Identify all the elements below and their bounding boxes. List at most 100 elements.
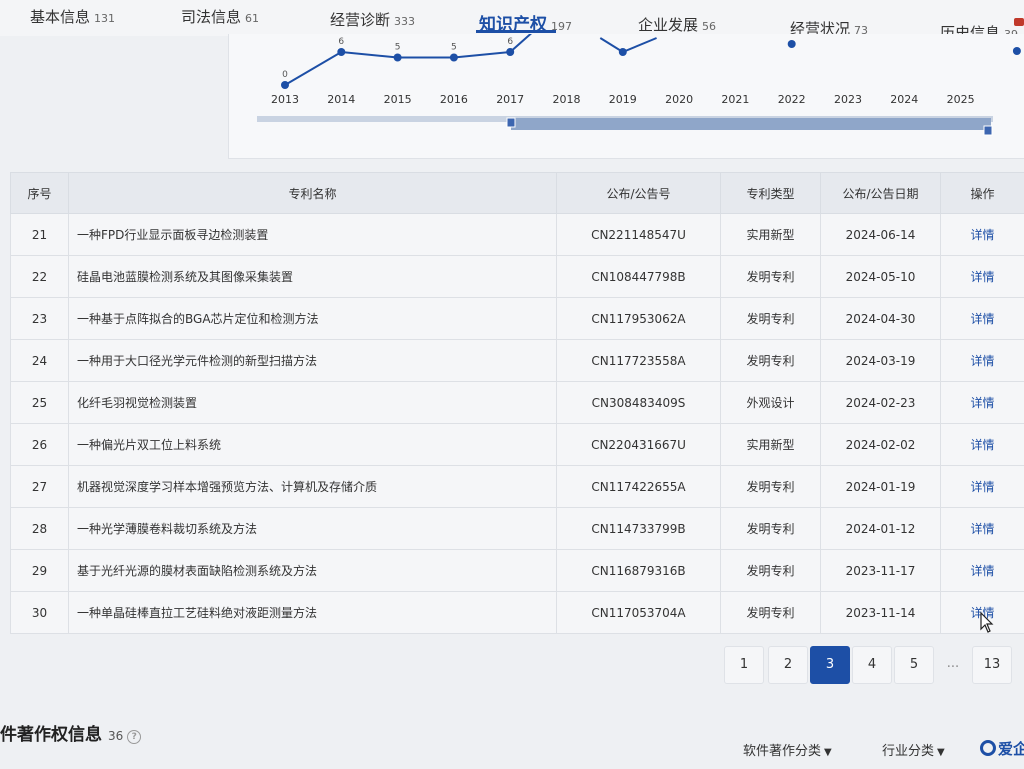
detail-link[interactable]: 详情 <box>970 354 994 368</box>
industry-category-dropdown[interactable]: 行业分类 ▼ <box>882 740 945 759</box>
table-row: 30 一种单晶硅棒直拉工艺硅料绝对液距测量方法 CN117053704A 发明专利 20… <box>10 591 1024 634</box>
data-point <box>393 53 402 62</box>
table-cell: 2023-11-14 <box>820 591 941 634</box>
col-header-index: 序号 <box>10 172 69 214</box>
cell-publication-no: CN117723558A <box>591 353 686 368</box>
cell-patent-name: 一种光学薄膜卷料裁切系统及方法 <box>77 522 258 536</box>
table-cell: CN114733799B <box>556 507 721 550</box>
detail-link[interactable]: 详情 <box>970 312 994 326</box>
cell-patent-name: 一种用于大口径光学元件检测的新型扫描方法 <box>77 354 318 368</box>
table-cell: 2024-02-02 <box>820 423 941 466</box>
cell-patent-type: 发明专利 <box>746 606 795 620</box>
chevron-down-icon: ▼ <box>937 747 945 758</box>
detail-link[interactable]: 详情 <box>970 270 994 284</box>
tab-business-diagnosis[interactable]: 经营诊断 333 <box>330 9 415 30</box>
tab-enterprise-development[interactable]: 企业发展 56 <box>638 14 716 35</box>
table-cell: 基于光纤光源的膜材表面缺陷检测系统及方法 <box>68 549 557 592</box>
cell-patent-type: 外观设计 <box>746 396 795 410</box>
cell-publication-date: 2024-06-14 <box>845 227 916 242</box>
cell-patent-name: 机器视觉深度学习样本增强预览方法、计算机及存储介质 <box>77 480 378 494</box>
table-cell: 实用新型 <box>720 213 821 256</box>
cell-patent-type: 实用新型 <box>746 228 795 242</box>
data-point <box>787 40 796 48</box>
page-1-button[interactable]: 1 <box>724 646 764 684</box>
cell-patent-type: 发明专利 <box>746 354 795 368</box>
data-point <box>1012 47 1021 55</box>
tab-bar: 基本信息 131 司法信息 61 经营诊断 333 知识产权 197 企业发展 56 经营… <box>0 0 1024 42</box>
x-tick-label: 2023 <box>834 93 862 106</box>
table-cell: 详情 <box>940 381 1024 424</box>
table-cell: 发明专利 <box>720 549 821 592</box>
table-cell: 一种用于大口径光学元件检测的新型扫描方法 <box>68 339 557 382</box>
table-cell: 2023-11-17 <box>820 549 941 592</box>
table-cell: 详情 <box>940 423 1024 466</box>
x-tick-label: 2013 <box>271 93 299 106</box>
cell-index: 24 <box>31 353 48 368</box>
detail-link[interactable]: 详情 <box>970 438 994 452</box>
detail-link[interactable]: 详情 <box>970 564 994 578</box>
x-tick-label: 2021 <box>721 93 749 106</box>
cell-index: 30 <box>31 605 48 620</box>
detail-link[interactable]: 详情 <box>970 396 994 410</box>
table-cell: 22 <box>10 255 69 298</box>
data-point <box>506 48 515 56</box>
table-cell: 详情 <box>940 297 1024 340</box>
cell-publication-date: 2024-01-12 <box>845 521 916 536</box>
table-cell: 2024-01-19 <box>820 465 941 508</box>
data-label: 5 <box>395 43 401 53</box>
x-tick-label: 2017 <box>496 93 524 106</box>
table-cell: 25 <box>10 381 69 424</box>
table-cell: CN220431667U <box>556 423 721 466</box>
cell-publication-no: CN117422655A <box>591 479 686 494</box>
table-row: 29 基于光纤光源的膜材表面缺陷检测系统及方法 CN116879316B 发明专利 20… <box>10 549 1024 592</box>
mouse-cursor-icon <box>980 612 994 633</box>
tab-judicial-info[interactable]: 司法信息 61 <box>181 6 259 27</box>
table-cell: 26 <box>10 423 69 466</box>
tab-basic-info[interactable]: 基本信息 131 <box>30 6 115 27</box>
software-category-dropdown[interactable]: 软件著作分类 ▼ <box>743 740 832 759</box>
table-row: 26 一种偏光片双工位上料系统 CN220431667U 实用新型 2024-02-02… <box>10 423 1024 466</box>
data-point <box>281 81 289 89</box>
x-tick-label: 2019 <box>609 93 637 106</box>
x-tick-label: 2022 <box>778 93 806 106</box>
x-tick-label: 2024 <box>890 93 918 106</box>
range-slider-handle[interactable] <box>983 125 993 136</box>
cell-patent-type: 实用新型 <box>746 438 795 452</box>
page-4-button[interactable]: 4 <box>852 646 892 684</box>
detail-link[interactable]: 详情 <box>970 480 994 494</box>
cell-patent-type: 发明专利 <box>746 522 795 536</box>
cell-index: 28 <box>31 521 48 536</box>
cell-patent-name: 一种FPD行业显示面板寻边检测装置 <box>77 228 269 242</box>
data-label: 6 <box>338 37 344 47</box>
cell-publication-no: CN117053704A <box>591 605 686 620</box>
cell-index: 27 <box>31 479 48 494</box>
series-line-continuation <box>509 34 532 53</box>
detail-link[interactable]: 详情 <box>970 228 994 242</box>
table-cell: CN308483409S <box>556 381 721 424</box>
patent-trend-chart: 0 6 5 5 6 2013 2014 2015 2016 2017 2018 2019 2020 202… <box>228 34 1024 159</box>
range-slider-selection[interactable] <box>511 118 991 130</box>
table-cell: 2024-02-23 <box>820 381 941 424</box>
table-cell: 24 <box>10 339 69 382</box>
page-2-button[interactable]: 2 <box>768 646 808 684</box>
page-13-button[interactable]: 13 <box>972 646 1012 684</box>
x-tick-label: 2014 <box>327 93 355 106</box>
data-label: 5 <box>451 43 457 53</box>
table-cell: CN108447798B <box>556 255 721 298</box>
x-tick-label: 2015 <box>384 93 412 106</box>
table-cell: 21 <box>10 213 69 256</box>
help-icon[interactable]: ? <box>127 730 142 744</box>
table-header-row: 序号 专利名称 公布/公告号 专利类型 公布/公告日期 操作 <box>10 172 1024 214</box>
page-5-button[interactable]: 5 <box>894 646 934 684</box>
page-3-button[interactable]: 3 <box>810 646 850 684</box>
detail-link[interactable]: 详情 <box>970 522 994 536</box>
table-cell: 一种光学薄膜卷料裁切系统及方法 <box>68 507 557 550</box>
range-slider-handle[interactable] <box>506 117 516 128</box>
table-row: 28 一种光学薄膜卷料裁切系统及方法 CN114733799B 发明专利 2024-01… <box>10 507 1024 550</box>
cell-publication-date: 2024-05-10 <box>845 269 916 284</box>
table-row: 25 化纤毛羽视觉检测装置 CN308483409S 外观设计 2024-02-23 详情 <box>10 381 1024 424</box>
col-header-action: 操作 <box>940 172 1024 214</box>
table-row: 22 硅晶电池蓝膜检测系统及其图像采集装置 CN108447798B 发明专利 2024… <box>10 255 1024 298</box>
chart-svg: 0 6 5 5 6 2013 2014 2015 2016 2017 2018 2019 2020 202… <box>257 34 1021 136</box>
table-cell: 发明专利 <box>720 297 821 340</box>
